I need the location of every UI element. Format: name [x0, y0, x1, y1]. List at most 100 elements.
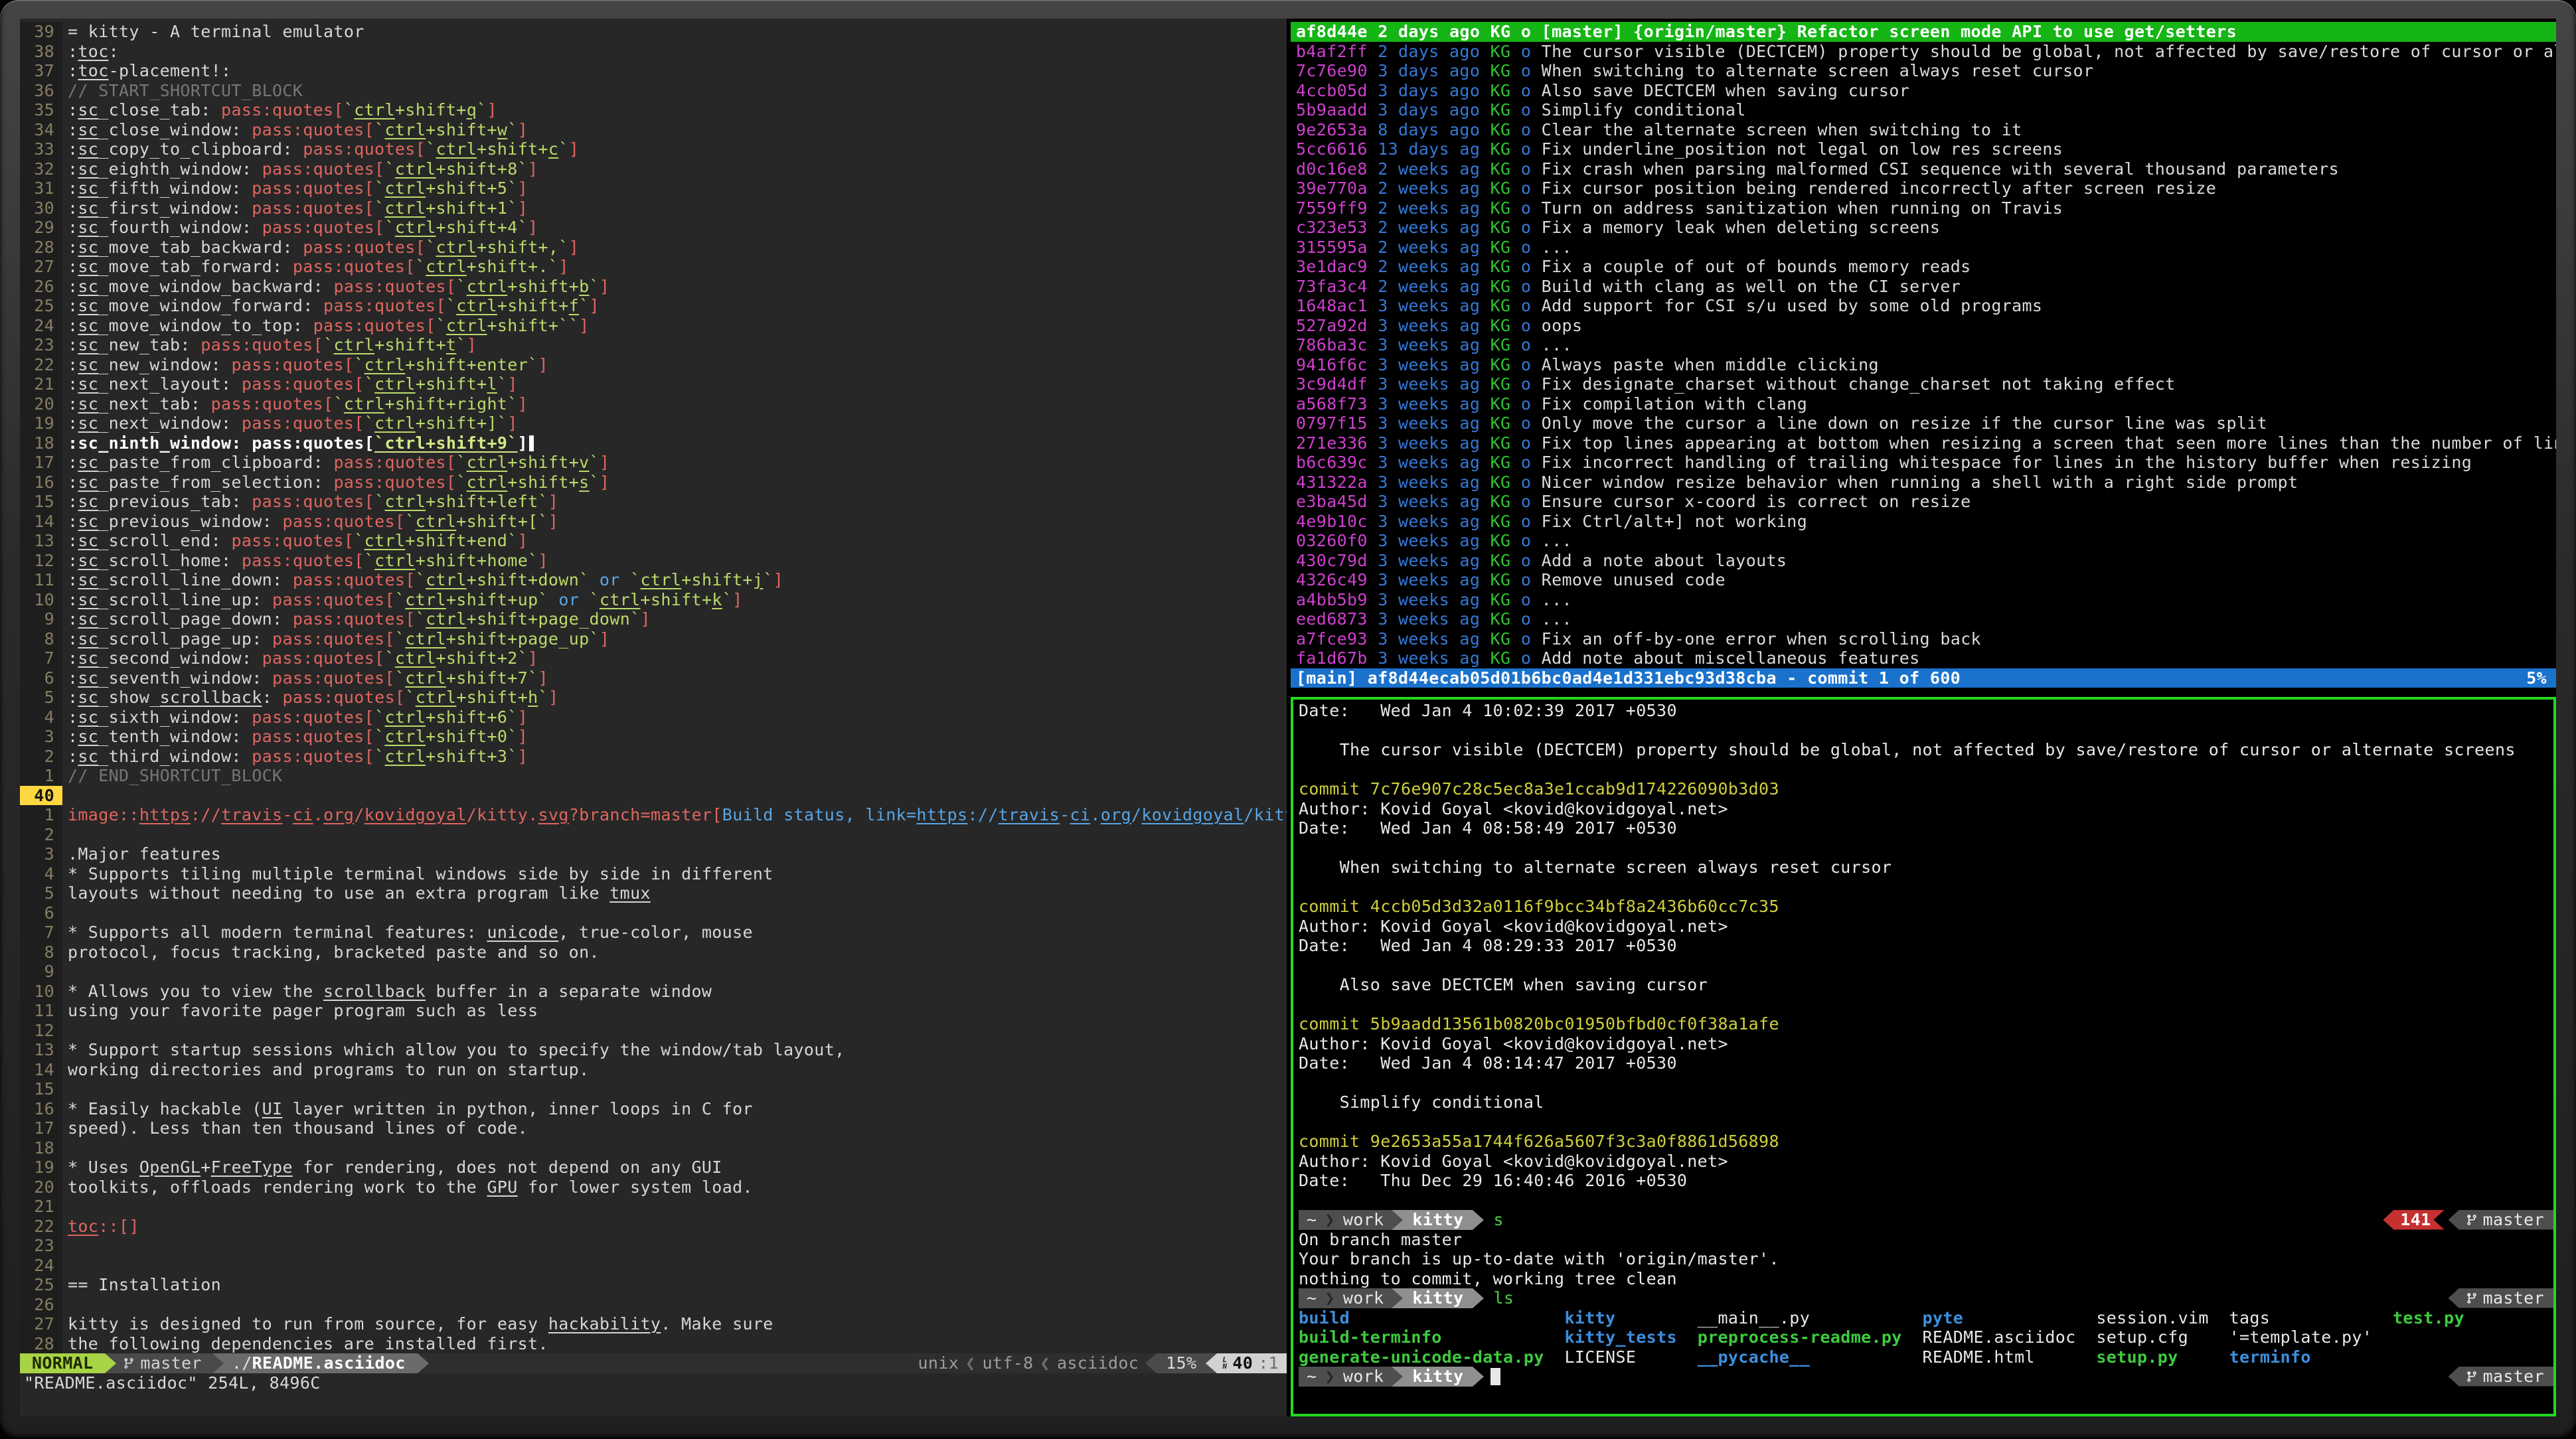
commit-row[interactable]: 5cc6616 13 days ag KG o Fix underline_po…	[1291, 139, 2556, 159]
buffer-line[interactable]: 2:sc_third_window: pass:quotes[`ctrl+shi…	[20, 747, 1287, 767]
buffer-line[interactable]: 13:sc_scroll_end: pass:quotes[`ctrl+shif…	[20, 531, 1287, 551]
buffer-line[interactable]: 12:sc_scroll_home: pass:quotes[`ctrl+shi…	[20, 551, 1287, 571]
shell-prompt[interactable]: ~❯workkittys141master	[1299, 1210, 2553, 1230]
commit-row[interactable]: eed6873 3 weeks ag KG o ...	[1291, 609, 2556, 629]
commit-row[interactable]: d0c16e8 2 weeks ag KG o Fix crash when p…	[1291, 159, 2556, 179]
buffer-line[interactable]: 14:sc_previous_window: pass:quotes[`ctrl…	[20, 512, 1287, 532]
commit-row[interactable]: 527a92d 3 weeks ag KG o oops	[1291, 316, 2556, 336]
buffer-line[interactable]: 15:sc_previous_tab: pass:quotes[`ctrl+sh…	[20, 492, 1287, 512]
buffer-line[interactable]: 32:sc_eighth_window: pass:quotes[`ctrl+s…	[20, 159, 1287, 179]
buffer-line[interactable]: 20toolkits, offloads rendering work to t…	[20, 1177, 1287, 1197]
commit-row[interactable]: 430c79d 3 weeks ag KG o Add a note about…	[1291, 551, 2556, 571]
buffer-line[interactable]: 7* Supports all modern terminal features…	[20, 923, 1287, 943]
shell-window[interactable]: Date: Wed Jan 4 10:02:39 2017 +0530 The …	[1291, 697, 2556, 1416]
command-text[interactable]: s	[1493, 1210, 1503, 1230]
buffer-line[interactable]: 9	[20, 962, 1287, 982]
buffer-line[interactable]: 25== Installation	[20, 1275, 1287, 1295]
buffer-line[interactable]: 2	[20, 825, 1287, 845]
commit-row[interactable]: 9e2653a 8 days ago KG o Clear the altern…	[1291, 120, 2556, 140]
commit-row[interactable]: 7559ff9 2 weeks ag KG o Turn on address …	[1291, 198, 2556, 218]
buffer-line[interactable]: 9:sc_scroll_page_down: pass:quotes[`ctrl…	[20, 609, 1287, 629]
buffer-line[interactable]: 26:sc_move_window_backward: pass:quotes[…	[20, 277, 1287, 297]
buffer-line[interactable]: 11using your favorite pager program such…	[20, 1001, 1287, 1021]
commit-row[interactable]: a568f73 3 weeks ag KG o Fix compilation …	[1291, 394, 2556, 414]
buffer-line[interactable]: 7:sc_second_window: pass:quotes[`ctrl+sh…	[20, 648, 1287, 668]
buffer-line[interactable]: 40	[20, 786, 1287, 806]
vim-pane[interactable]: 39= kitty - A terminal emulator38:toc:37…	[20, 19, 1287, 1416]
buffer-line[interactable]: 22toc::[]	[20, 1217, 1287, 1237]
buffer-line[interactable]: 24:sc_move_window_to_top: pass:quotes[`c…	[20, 316, 1287, 336]
buffer-line[interactable]: 14working directories and programs to ru…	[20, 1060, 1287, 1080]
buffer-line[interactable]: 18:sc_ninth_window: pass:quotes[`ctrl+sh…	[20, 433, 1287, 453]
commit-row[interactable]: 73fa3c4 2 weeks ag KG o Build with clang…	[1291, 277, 2556, 297]
buffer-line[interactable]: 28the following dependencies are install…	[20, 1334, 1287, 1354]
buffer-line[interactable]: 6:sc_seventh_window: pass:quotes[`ctrl+s…	[20, 668, 1287, 688]
commit-row[interactable]: 39e770a 2 weeks ag KG o Fix cursor posit…	[1291, 179, 2556, 198]
buffer-line[interactable]: 16* Easily hackable (UI layer written in…	[20, 1099, 1287, 1119]
buffer-line[interactable]: 3:sc_tenth_window: pass:quotes[`ctrl+shi…	[20, 727, 1287, 747]
buffer-line[interactable]: 4:sc_sixth_window: pass:quotes[`ctrl+shi…	[20, 708, 1287, 727]
buffer-line[interactable]: 35:sc_close_tab: pass:quotes[`ctrl+shift…	[20, 100, 1287, 120]
buffer-line[interactable]: 30:sc_first_window: pass:quotes[`ctrl+sh…	[20, 198, 1287, 218]
commit-row[interactable]: 5b9aadd 3 days ago KG o Simplify conditi…	[1291, 100, 2556, 120]
buffer-line[interactable]: 3.Major features	[20, 844, 1287, 864]
buffer-line[interactable]: 5:sc_show_scrollback: pass:quotes[`ctrl+…	[20, 688, 1287, 708]
commit-row[interactable]: 4e9b10c 3 weeks ag KG o Fix Ctrl/alt+] n…	[1291, 512, 2556, 532]
buffer-line[interactable]: 11:sc_scroll_line_down: pass:quotes[`ctr…	[20, 570, 1287, 590]
buffer-line[interactable]: 39= kitty - A terminal emulator	[20, 22, 1287, 42]
commit-row[interactable]: 431322a 3 weeks ag KG o Nicer window res…	[1291, 473, 2556, 492]
vim-command-line[interactable]: "README.asciidoc" 254L, 8496C	[20, 1373, 1287, 1393]
commit-row[interactable]: 7c76e90 3 days ago KG o When switching t…	[1291, 61, 2556, 81]
commit-row[interactable]: 0797f15 3 weeks ag KG o Only move the cu…	[1291, 414, 2556, 433]
buffer-line[interactable]: 15	[20, 1079, 1287, 1099]
buffer-line[interactable]: 16:sc_paste_from_selection: pass:quotes[…	[20, 473, 1287, 492]
buffer-line[interactable]: 17speed). Less than ten thousand lines o…	[20, 1118, 1287, 1138]
buffer-line[interactable]: 19:sc_next_window: pass:quotes[`ctrl+shi…	[20, 414, 1287, 433]
shell-prompt[interactable]: ~❯workkittymaster	[1299, 1367, 2553, 1387]
command-text[interactable]: ls	[1493, 1288, 1514, 1308]
commit-row[interactable]: a4bb5b9 3 weeks ag KG o ...	[1291, 590, 2556, 610]
buffer-line[interactable]: 1image::https://travis-ci.org/kovidgoyal…	[20, 805, 1287, 825]
commit-row[interactable]: e3ba45d 3 weeks ag KG o Ensure cursor x-…	[1291, 492, 2556, 512]
buffer-line[interactable]: 24	[20, 1256, 1287, 1276]
buffer-line[interactable]: 27:sc_move_tab_forward: pass:quotes[`ctr…	[20, 257, 1287, 277]
buffer-line[interactable]: 33:sc_copy_to_clipboard: pass:quotes[`ct…	[20, 139, 1287, 159]
buffer-line[interactable]: 28:sc_move_tab_backward: pass:quotes[`ct…	[20, 238, 1287, 258]
tig-pane[interactable]: af8d44e 2 days ago KG o [master] {origin…	[1291, 22, 2556, 688]
buffer-line[interactable]: 23	[20, 1236, 1287, 1256]
commit-row[interactable]: b6c639c 3 weeks ag KG o Fix incorrect ha…	[1291, 453, 2556, 473]
commit-row[interactable]: 786ba3c 3 weeks ag KG o ...	[1291, 335, 2556, 355]
buffer-line[interactable]: 26	[20, 1295, 1287, 1315]
commit-row[interactable]: 271e336 3 weeks ag KG o Fix top lines ap…	[1291, 433, 2556, 453]
commit-row[interactable]: af8d44e 2 days ago KG o [master] {origin…	[1291, 22, 2556, 42]
buffer-line[interactable]: 27kitty is designed to run from source, …	[20, 1314, 1287, 1334]
commit-row[interactable]: a7fce93 3 weeks ag KG o Fix an off-by-on…	[1291, 629, 2556, 649]
buffer-line[interactable]: 21	[20, 1197, 1287, 1217]
buffer-line[interactable]: 1// END_SHORTCUT_BLOCK	[20, 766, 1287, 786]
buffer-line[interactable]: 22:sc_new_window: pass:quotes[`ctrl+shif…	[20, 355, 1287, 375]
buffer-line[interactable]: 10* Allows you to view the scrollback bu…	[20, 982, 1287, 1002]
buffer-line[interactable]: 29:sc_fourth_window: pass:quotes[`ctrl+s…	[20, 218, 1287, 238]
commit-row[interactable]: 3c9d4df 3 weeks ag KG o Fix designate_ch…	[1291, 374, 2556, 394]
shell-cursor[interactable]	[1490, 1368, 1500, 1385]
buffer-line[interactable]: 20:sc_next_tab: pass:quotes[`ctrl+shift+…	[20, 394, 1287, 414]
commit-row[interactable]: fa1d67b 3 weeks ag KG o Add note about m…	[1291, 648, 2556, 668]
buffer-line[interactable]: 17:sc_paste_from_clipboard: pass:quotes[…	[20, 453, 1287, 473]
buffer-line[interactable]: 5layouts without needing to use an extra…	[20, 883, 1287, 903]
buffer-line[interactable]: 21:sc_next_layout: pass:quotes[`ctrl+shi…	[20, 374, 1287, 394]
shell-prompt[interactable]: ~❯workkittylsmaster	[1299, 1288, 2553, 1308]
buffer-line[interactable]: 23:sc_new_tab: pass:quotes[`ctrl+shift+t…	[20, 335, 1287, 355]
buffer-line[interactable]: 8protocol, focus tracking, bracketed pas…	[20, 943, 1287, 962]
commit-row[interactable]: 1648ac1 3 weeks ag KG o Add support for …	[1291, 296, 2556, 316]
buffer-line[interactable]: 8:sc_scroll_page_up: pass:quotes[`ctrl+s…	[20, 629, 1287, 649]
commit-row[interactable]: 3e1dac9 2 weeks ag KG o Fix a couple of …	[1291, 257, 2556, 277]
buffer-line[interactable]: 6	[20, 903, 1287, 923]
commit-row[interactable]: 4ccb05d 3 days ago KG o Also save DECTCE…	[1291, 81, 2556, 101]
buffer-line[interactable]: 37:toc-placement!:	[20, 61, 1287, 81]
commit-row[interactable]: 4326c49 3 weeks ag KG o Remove unused co…	[1291, 570, 2556, 590]
buffer-line[interactable]: 31:sc_fifth_window: pass:quotes[`ctrl+sh…	[20, 179, 1287, 198]
buffer-line[interactable]: 19* Uses OpenGL+FreeType for rendering, …	[20, 1158, 1287, 1177]
buffer-line[interactable]: 18	[20, 1138, 1287, 1158]
buffer-line[interactable]: 36// START_SHORTCUT_BLOCK	[20, 81, 1287, 101]
buffer-line[interactable]: 4* Supports tiling multiple terminal win…	[20, 864, 1287, 884]
